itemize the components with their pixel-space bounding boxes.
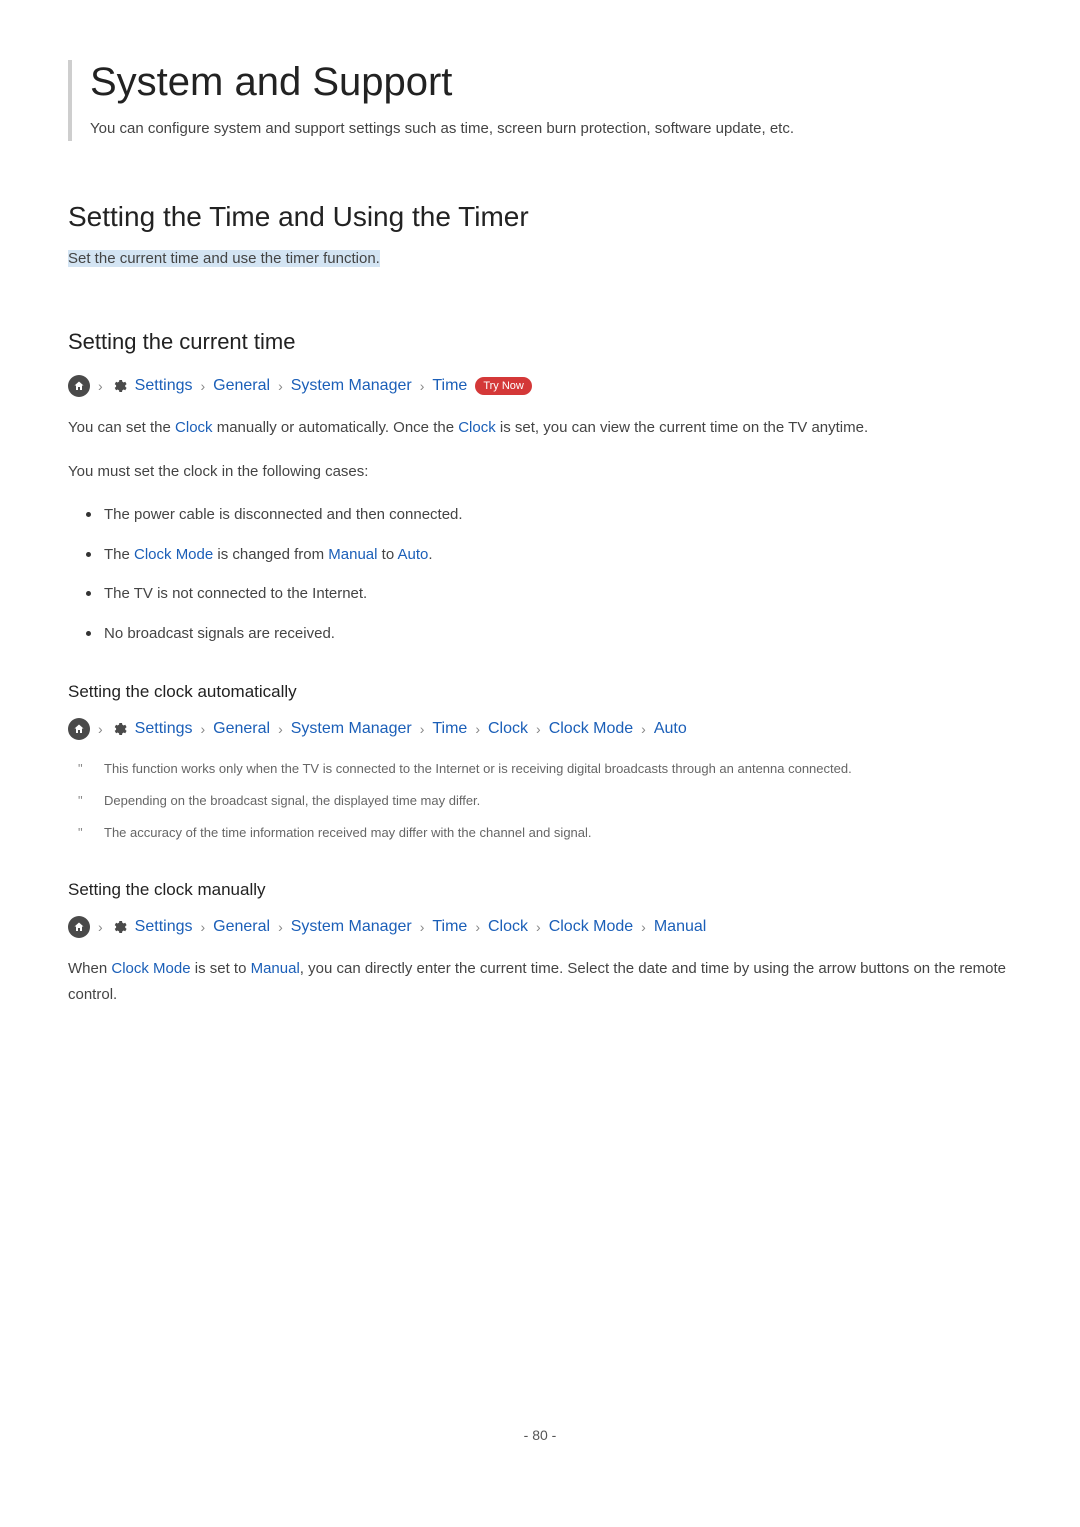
breadcrumb-system-manager[interactable]: System Manager [291,918,412,936]
chevron-icon: › [475,721,480,737]
breadcrumb-general[interactable]: General [213,918,270,936]
chevron-icon: › [98,919,103,935]
page-title: System and Support [90,60,1012,105]
breadcrumb-auto[interactable]: Auto [654,720,687,738]
breadcrumb-system-manager[interactable]: System Manager [291,720,412,738]
breadcrumb-general[interactable]: General [213,720,270,738]
chevron-icon: › [641,721,646,737]
link-clock[interactable]: Clock [458,419,496,436]
chevron-icon: › [536,919,541,935]
breadcrumb-settings[interactable]: Settings [135,918,193,936]
breadcrumb-clock[interactable]: Clock [488,720,528,738]
home-icon[interactable] [68,718,90,740]
text: The [104,546,134,563]
chevron-icon: › [98,721,103,737]
chevron-icon: › [200,378,205,394]
breadcrumb-time[interactable]: Time [432,377,467,395]
text: When [68,960,111,977]
breadcrumb-clock-mode[interactable]: Clock Mode [549,720,633,738]
body-paragraph: When Clock Mode is set to Manual, you ca… [68,956,1012,1007]
breadcrumb-settings[interactable]: Settings [135,720,193,738]
text: is changed from [213,546,328,563]
text: . [428,546,432,563]
chevron-icon: › [420,919,425,935]
sub-subsection-title: Setting the clock automatically [68,682,1012,702]
list-item: The power cable is disconnected and then… [68,502,1012,528]
gear-icon [111,919,127,935]
chevron-icon: › [420,721,425,737]
link-manual[interactable]: Manual [251,960,300,977]
bullet-list: The power cable is disconnected and then… [68,502,1012,646]
chevron-icon: › [278,378,283,394]
text: is set, you can view the current time on… [496,419,868,436]
chevron-icon: › [200,919,205,935]
chevron-icon: › [641,919,646,935]
home-icon[interactable] [68,916,90,938]
subsection-clock-manual: Setting the clock manually › Settings › … [68,880,1012,1007]
gear-icon [111,721,127,737]
list-item: The TV is not connected to the Internet. [68,581,1012,607]
breadcrumb-system-manager[interactable]: System Manager [291,377,412,395]
list-item: The Clock Mode is changed from Manual to… [68,542,1012,568]
chevron-icon: › [420,378,425,394]
text: You can set the [68,419,175,436]
subsection-title: Setting the current time [68,329,1012,355]
body-paragraph: You must set the clock in the following … [68,459,1012,485]
body-paragraph: You can set the Clock manually or automa… [68,415,1012,441]
section-title: Setting the Time and Using the Timer [68,201,1012,233]
breadcrumb: › Settings › General › System Manager › … [68,718,1012,740]
try-now-badge[interactable]: Try Now [475,377,532,395]
breadcrumb: › Settings › General › System Manager › … [68,916,1012,938]
subsection-clock-auto: Setting the clock automatically › Settin… [68,682,1012,844]
chevron-icon: › [278,721,283,737]
link-manual[interactable]: Manual [328,546,377,563]
main-title-block: System and Support You can configure sys… [68,60,1012,141]
list-item: No broadcast signals are received. [68,621,1012,647]
breadcrumb-time[interactable]: Time [432,720,467,738]
chevron-icon: › [475,919,480,935]
chevron-icon: › [278,919,283,935]
chevron-icon: › [200,721,205,737]
page-number: - 80 - [68,1427,1012,1443]
chevron-icon: › [98,378,103,394]
breadcrumb-settings[interactable]: Settings [135,377,193,395]
note-item: This function works only when the TV is … [68,758,1012,780]
text: to [377,546,397,563]
link-clock[interactable]: Clock [175,419,213,436]
note-item: Depending on the broadcast signal, the d… [68,790,1012,812]
chevron-icon: › [536,721,541,737]
note-list: This function works only when the TV is … [68,758,1012,844]
breadcrumb-clock-mode[interactable]: Clock Mode [549,918,633,936]
gear-icon [111,378,127,394]
breadcrumb-manual[interactable]: Manual [654,918,706,936]
link-clock-mode[interactable]: Clock Mode [111,960,190,977]
note-item: The accuracy of the time information rec… [68,822,1012,844]
text: manually or automatically. Once the [213,419,459,436]
breadcrumb-clock[interactable]: Clock [488,918,528,936]
link-clock-mode[interactable]: Clock Mode [134,546,213,563]
sub-subsection-title: Setting the clock manually [68,880,1012,900]
link-auto[interactable]: Auto [398,546,429,563]
text: is set to [191,960,251,977]
breadcrumb-time[interactable]: Time [432,918,467,936]
home-icon[interactable] [68,375,90,397]
section-subtitle: Set the current time and use the timer f… [68,250,380,267]
breadcrumb: › Settings › General › System Manager › … [68,375,1012,397]
subsection-current-time: Setting the current time › Settings › Ge… [68,329,1012,1007]
breadcrumb-general[interactable]: General [213,377,270,395]
page-subtitle: You can configure system and support set… [90,117,1012,141]
